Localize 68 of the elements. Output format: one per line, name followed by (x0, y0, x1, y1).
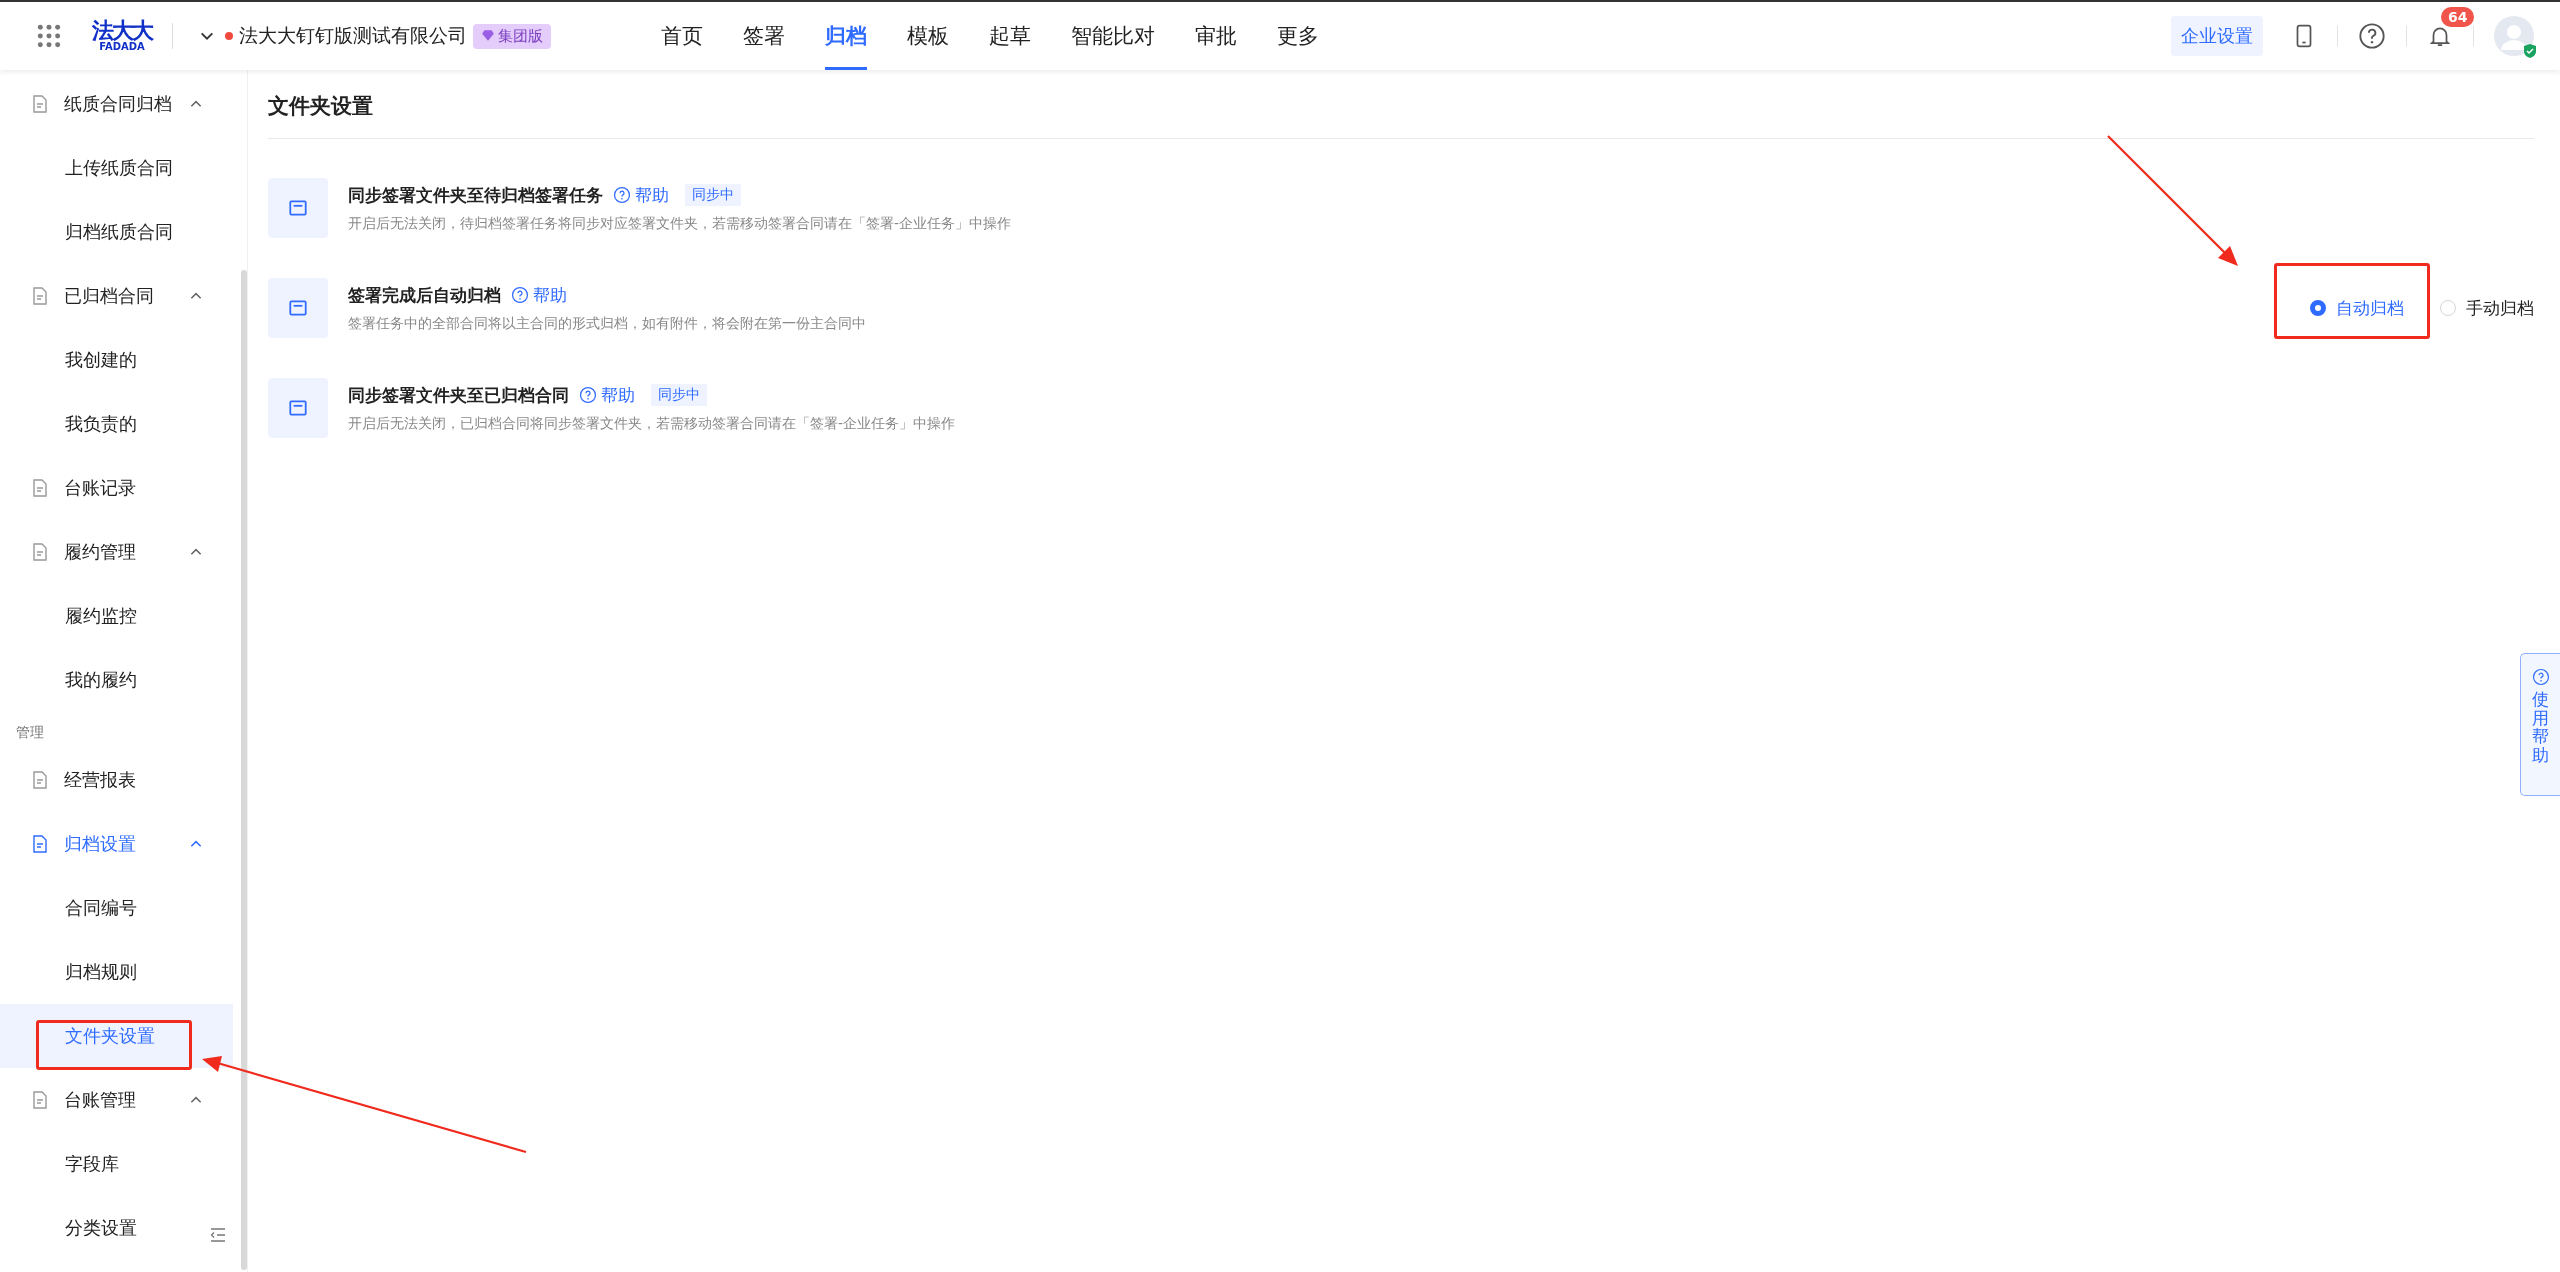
sidebar-item[interactable]: 我创建的 (0, 328, 239, 392)
edition-badge: 集团版 (473, 23, 551, 49)
status-dot (225, 32, 233, 40)
sidebar-item[interactable]: 文件夹设置 (0, 1004, 233, 1068)
help-icon (579, 386, 597, 404)
sidebar-item[interactable]: 纸质合同归档 (0, 72, 239, 136)
help-tab[interactable]: 使用帮助 (2520, 653, 2560, 796)
help-link[interactable]: 帮助 (511, 283, 567, 307)
page-title: 文件夹设置 (268, 93, 374, 120)
nav-tab[interactable]: 审批 (1175, 2, 1257, 70)
nav-tab[interactable]: 归档 (805, 2, 887, 70)
sidebar-item[interactable]: 履约监控 (0, 584, 239, 648)
sidebar-item[interactable]: 分类设置 (0, 1196, 239, 1260)
setting-title: 同步签署文件夹至待归档签署任务 (348, 183, 603, 207)
status-tag: 同步中 (685, 184, 741, 206)
document-icon (30, 834, 50, 854)
sidebar-item[interactable]: 履约管理 (0, 520, 239, 584)
avatar-icon[interactable] (2494, 16, 2534, 56)
document-icon (30, 94, 50, 114)
setting-title: 签署完成后自动归档 (348, 283, 501, 307)
help-link[interactable]: 帮助 (579, 383, 635, 407)
setting-icon (268, 378, 328, 438)
document-icon (30, 542, 50, 562)
document-icon (30, 1090, 50, 1110)
collapse-sidebar-icon[interactable] (208, 1225, 228, 1245)
help-icon (2531, 668, 2550, 686)
setting-icon (268, 178, 328, 238)
setting-description: 开启后无法关闭，已归档合同将同步签署文件夹，若需移动签署合同请在「签署-企业任务」中操作 (348, 414, 956, 433)
sidebar-item[interactable]: 我的履约 (0, 648, 239, 712)
scrollbar[interactable] (241, 270, 247, 1270)
nav-tab[interactable]: 智能比对 (1051, 2, 1175, 70)
help-icon (511, 286, 529, 304)
verified-shield-icon (2522, 43, 2538, 59)
logo: 法大大 FADADA (92, 20, 152, 52)
document-icon (30, 286, 50, 306)
nav-tab[interactable]: 首页 (641, 2, 723, 70)
setting-title: 同步签署文件夹至已归档合同 (348, 383, 569, 407)
setting-description: 开启后无法关闭，待归档签署任务将同步对应签署文件夹，若需移动签署合同请在「签署-企业任务」中操作 (348, 214, 1012, 233)
apps-grid-icon[interactable] (36, 23, 62, 49)
nav-tab[interactable]: 模板 (887, 2, 969, 70)
notification-count: 64 (2441, 7, 2475, 27)
document-icon (30, 478, 50, 498)
nav-tab[interactable]: 更多 (1257, 2, 1339, 70)
status-tag: 同步中 (651, 384, 707, 406)
sidebar-item[interactable]: 合同编号 (0, 876, 239, 940)
document-icon (30, 770, 50, 790)
sidebar-item[interactable]: 归档设置 (0, 812, 239, 876)
help-icon (613, 186, 631, 204)
radio-option[interactable]: 自动归档 (2310, 296, 2404, 320)
enterprise-settings-button[interactable]: 企业设置 (2171, 16, 2263, 56)
setting-icon (268, 278, 328, 338)
section-label: 管理 (15, 723, 45, 742)
sidebar-item[interactable]: 已归档合同 (0, 264, 239, 328)
sidebar-item[interactable]: 归档规则 (0, 940, 239, 1004)
sidebar-item[interactable]: 台账记录 (0, 456, 239, 520)
sidebar-item[interactable]: 上传纸质合同 (0, 136, 239, 200)
sidebar-item[interactable]: 经营报表 (0, 748, 239, 812)
radio-option[interactable]: 手动归档 (2440, 296, 2534, 320)
help-icon[interactable] (2358, 22, 2386, 50)
sidebar-item[interactable]: 归档纸质合同 (0, 200, 239, 264)
nav-tab[interactable]: 起草 (969, 2, 1051, 70)
sidebar-item[interactable]: 字段库 (0, 1132, 239, 1196)
setting-description: 签署任务中的全部合同将以主合同的形式归档，如有附件，将会附在第一份主合同中 (348, 314, 866, 333)
company-name[interactable]: 法大大钉钉版测试有限公司 (239, 23, 467, 49)
nav-tab[interactable]: 签署 (723, 2, 805, 70)
help-link[interactable]: 帮助 (613, 183, 669, 207)
sidebar-item[interactable]: 台账管理 (0, 1068, 239, 1132)
sidebar-item[interactable]: 我负责的 (0, 392, 239, 456)
